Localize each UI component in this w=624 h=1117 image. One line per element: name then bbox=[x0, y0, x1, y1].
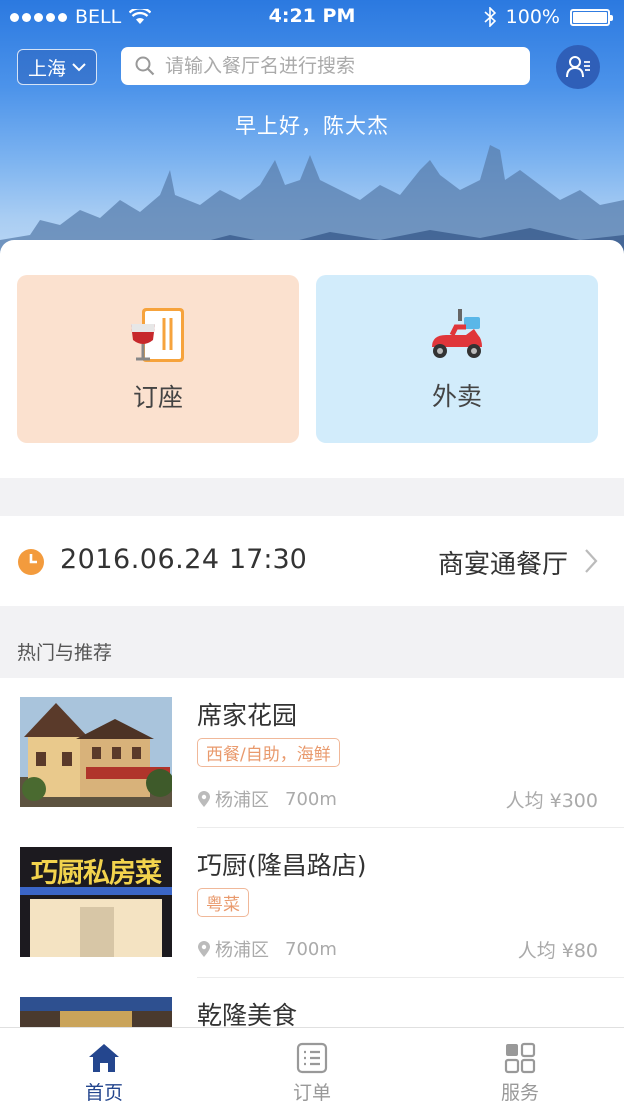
service-card: 订座 外卖 bbox=[0, 240, 624, 478]
profile-button[interactable] bbox=[556, 45, 600, 89]
reserve-seat-tile[interactable]: 订座 bbox=[17, 275, 299, 443]
distance-label: 700m bbox=[285, 788, 337, 810]
reserve-seat-label: 订座 bbox=[132, 383, 183, 412]
chevron-down-icon bbox=[72, 62, 86, 71]
delivery-label: 外卖 bbox=[431, 382, 482, 411]
search-input[interactable] bbox=[165, 55, 505, 77]
district-label: 杨浦区 bbox=[215, 940, 269, 961]
restaurant-photo bbox=[20, 997, 172, 1028]
restaurant-photo: 巧厨私房菜 bbox=[20, 847, 172, 957]
list-item[interactable]: 巧厨私房菜 巧厨(隆昌路店) 粤菜 杨浦区 700m 人均 ¥80 bbox=[0, 828, 624, 978]
clock-icon bbox=[18, 549, 44, 575]
battery-icon bbox=[570, 8, 613, 26]
location-pin-icon bbox=[198, 791, 210, 807]
list-item[interactable]: 乾隆美食 bbox=[0, 978, 624, 1028]
restaurant-location: 杨浦区 700m bbox=[197, 786, 337, 812]
distance-label: 700m bbox=[285, 938, 337, 960]
tab-orders-label: 订单 bbox=[292, 1082, 331, 1104]
menu-wine-icon bbox=[131, 308, 184, 362]
cuisine-tag: 西餐/自助，海鲜 bbox=[197, 738, 340, 767]
tab-orders[interactable]: 订单 bbox=[208, 1028, 416, 1117]
list-item[interactable]: 席家花园 西餐/自助，海鲜 杨浦区 700m 人均 ¥300 bbox=[0, 678, 624, 828]
grid-services-icon bbox=[504, 1042, 536, 1074]
location-pin-icon bbox=[198, 941, 210, 957]
status-bar: BELL 4:21 PM 100% bbox=[0, 0, 624, 34]
chevron-right-icon bbox=[585, 549, 598, 573]
battery-percent: 100% bbox=[505, 6, 560, 28]
restaurant-name: 席家花园 bbox=[197, 701, 298, 730]
restaurant-name: 乾隆美食 bbox=[197, 1001, 298, 1028]
section-title: 热门与推荐 bbox=[17, 642, 113, 664]
order-list-icon bbox=[296, 1042, 328, 1074]
reservation-row[interactable]: 2016.06.24 17:30 商宴通餐厅 bbox=[0, 516, 624, 606]
search-bar[interactable] bbox=[121, 47, 530, 85]
scooter-icon bbox=[432, 309, 482, 358]
bluetooth-icon bbox=[484, 7, 496, 27]
restaurant-location: 杨浦区 700m bbox=[197, 936, 337, 962]
price-label: 人均 ¥300 bbox=[505, 790, 598, 812]
restaurant-name: 巧厨(隆昌路店) bbox=[197, 851, 367, 880]
city-selector[interactable]: 上海 bbox=[17, 49, 97, 85]
price-label: 人均 ¥80 bbox=[517, 940, 598, 962]
home-icon bbox=[89, 1044, 119, 1072]
reservation-time: 17:30 bbox=[229, 544, 307, 575]
city-label: 上海 bbox=[27, 57, 66, 80]
tab-home[interactable]: 首页 bbox=[0, 1028, 208, 1117]
greeting-text: 早上好，陈大杰 bbox=[235, 114, 389, 138]
restaurant-sign: 巧厨私房菜 bbox=[31, 858, 162, 889]
cuisine-tag: 粤菜 bbox=[197, 888, 249, 917]
district-label: 杨浦区 bbox=[215, 790, 269, 811]
search-icon bbox=[135, 56, 155, 76]
restaurant-list: 席家花园 西餐/自助，海鲜 杨浦区 700m 人均 ¥300 巧厨私房菜 巧厨(… bbox=[0, 678, 624, 1028]
tab-bar: 首页 订单 服务 bbox=[0, 1027, 624, 1117]
restaurant-photo bbox=[20, 697, 172, 807]
tab-home-label: 首页 bbox=[84, 1082, 123, 1104]
reservation-type: 商宴通餐厅 bbox=[437, 550, 568, 580]
delivery-tile[interactable]: 外卖 bbox=[316, 275, 598, 443]
user-profile-icon bbox=[566, 56, 590, 78]
reservation-date: 2016.06.24 bbox=[60, 544, 220, 575]
tab-services[interactable]: 服务 bbox=[416, 1028, 624, 1117]
tab-services-label: 服务 bbox=[500, 1082, 539, 1104]
